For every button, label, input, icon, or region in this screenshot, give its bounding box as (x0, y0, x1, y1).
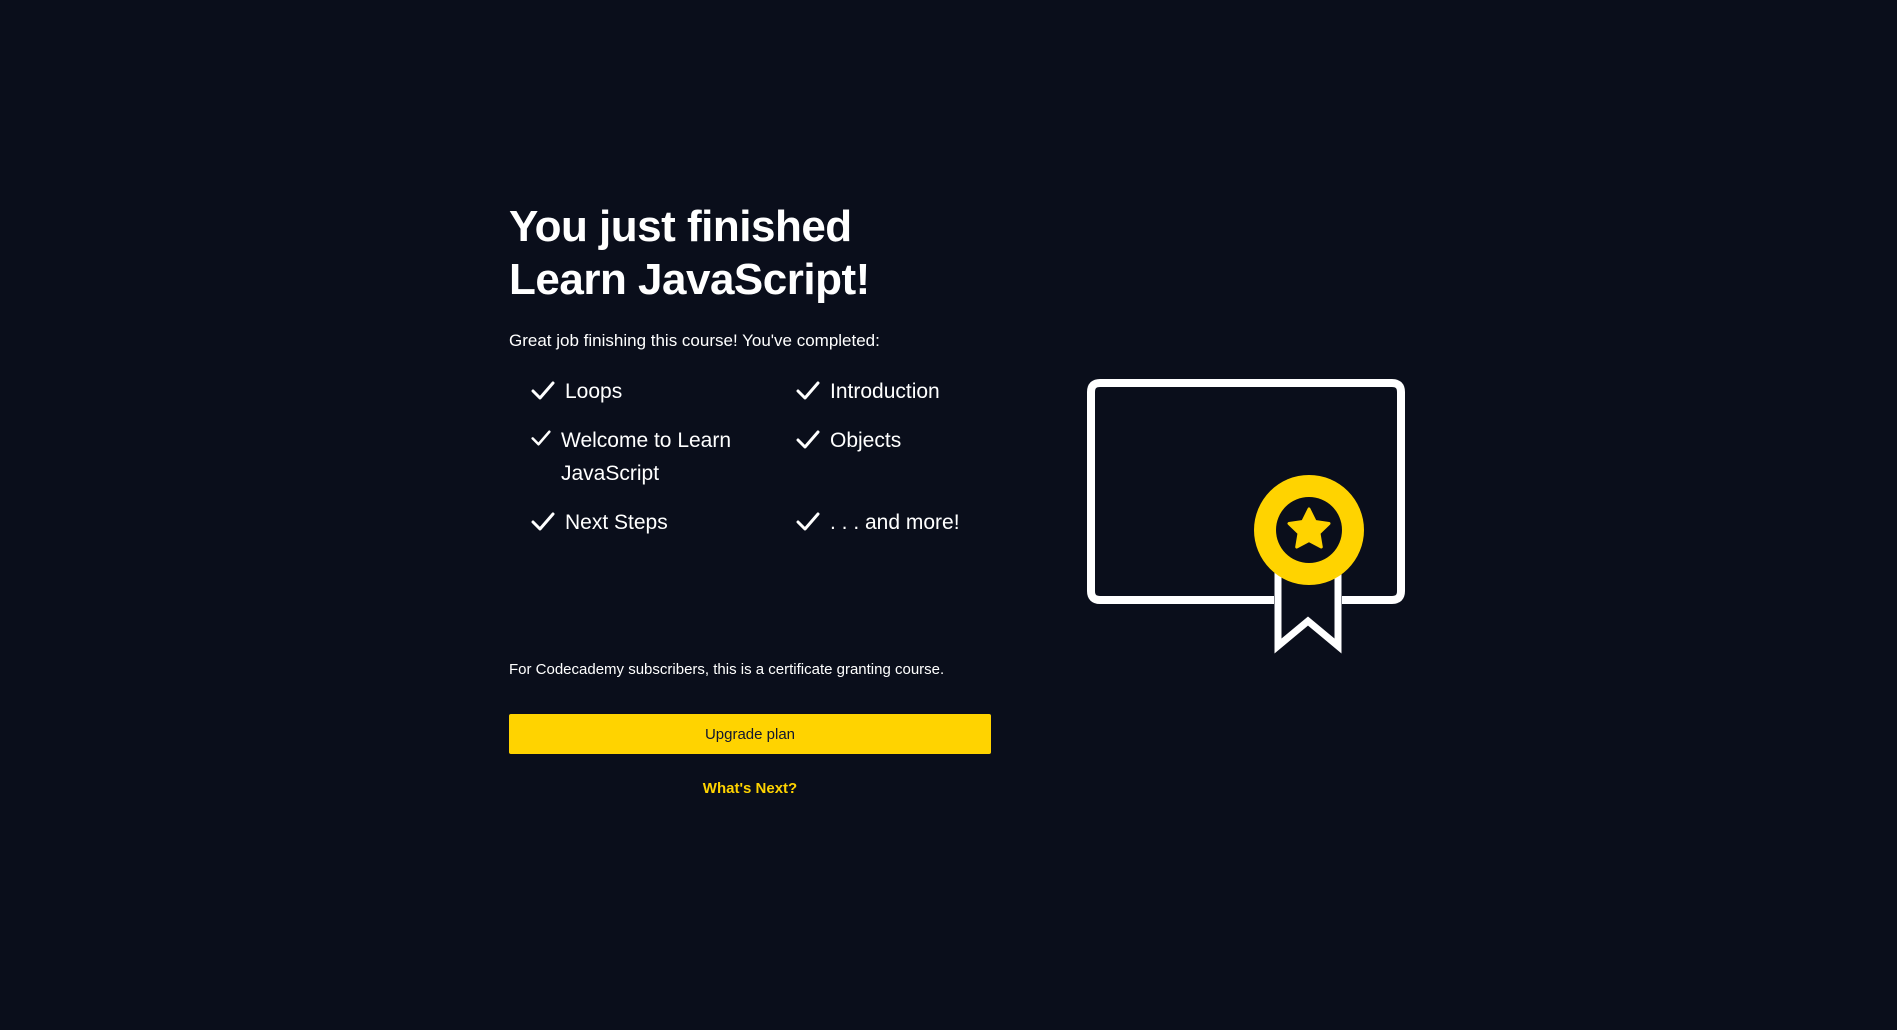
completed-module-item: Introduction (796, 375, 940, 408)
check-icon (796, 430, 820, 449)
check-icon (531, 430, 551, 446)
completed-module-item: Next Steps (531, 506, 668, 539)
upgrade-plan-button[interactable]: Upgrade plan (509, 714, 991, 754)
check-icon (531, 381, 555, 400)
title-line-2: Learn JavaScript! (509, 255, 870, 304)
subscriber-notice: For Codecademy subscribers, this is a ce… (509, 661, 945, 678)
check-icon (531, 512, 555, 531)
completed-module-item: . . . and more! (796, 506, 960, 539)
completed-modules-list: Loops Introduction Welcome to Learn Java… (509, 375, 991, 565)
check-icon (796, 512, 820, 531)
completed-module-item: Objects (796, 424, 901, 457)
completed-module-item: Loops (531, 375, 622, 408)
completed-module-item: Welcome to Learn JavaScript (531, 424, 751, 490)
completion-subtitle: Great job finishing this course! You've … (509, 331, 880, 350)
module-name: Loops (565, 380, 623, 403)
module-name: Welcome to Learn JavaScript (561, 429, 732, 485)
check-icon (796, 381, 820, 400)
certificate-icon (1087, 379, 1405, 654)
module-name: . . . and more! (830, 511, 960, 534)
page-title: You just finished Learn JavaScript! (509, 200, 991, 306)
title-line-1: You just finished (509, 202, 852, 251)
module-name: Introduction (830, 380, 940, 403)
certificate-frame (1087, 379, 1405, 604)
whats-next-link[interactable]: What's Next? (509, 780, 991, 797)
course-completion-panel: You just finished Learn JavaScript! Grea… (509, 200, 991, 797)
module-name: Next Steps (565, 511, 668, 534)
module-name: Objects (830, 429, 902, 452)
